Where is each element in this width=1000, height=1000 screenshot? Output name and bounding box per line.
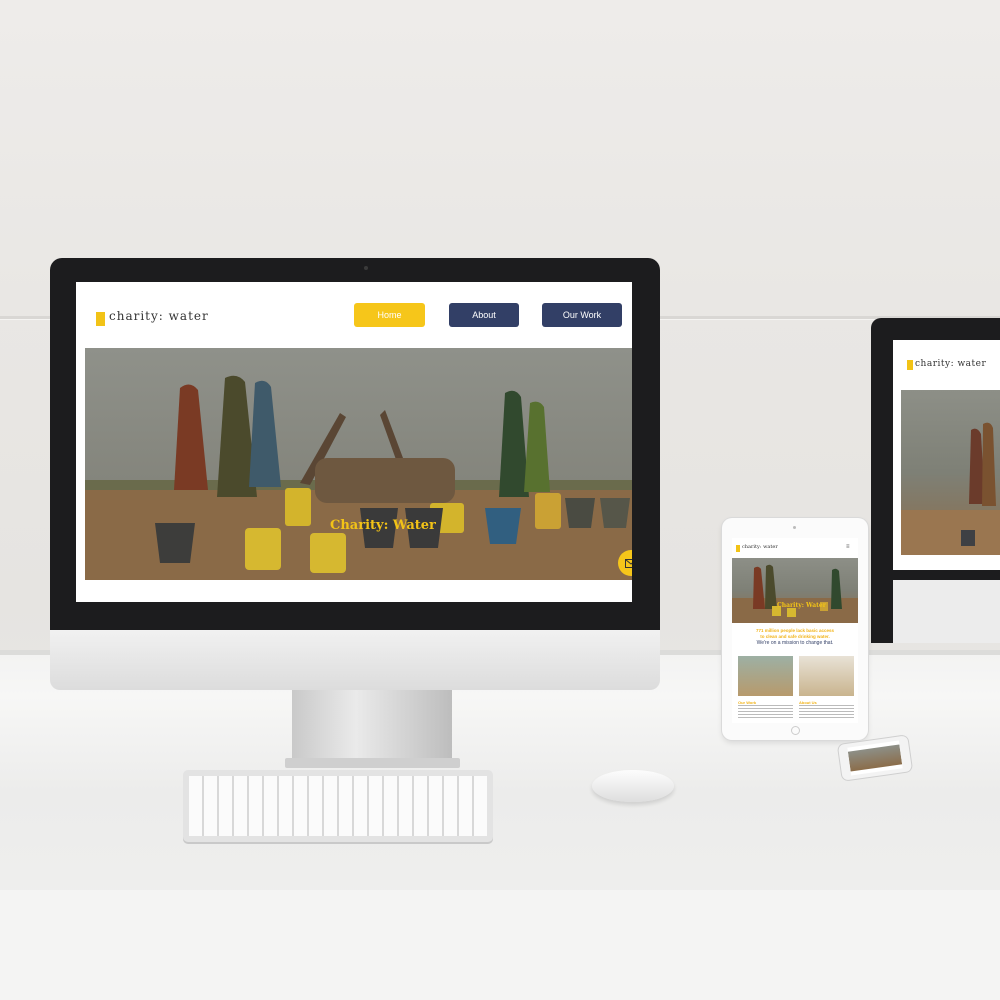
tablet-device: charity: water ≡ Charity: Water 771 mill… [722, 518, 868, 740]
tablet-camera-icon [793, 526, 796, 529]
tablet-card-text [799, 705, 854, 719]
tablet-stat-line2: to clean and safe drinking water. [760, 633, 830, 639]
imac-screen: charity: water Home About Our Work Chari… [76, 282, 632, 602]
imac-chin [50, 630, 660, 690]
mouse[interactable] [592, 770, 674, 802]
tablet-screen: charity: water ≡ Charity: Water 771 mill… [732, 538, 858, 723]
villagers-illustration [901, 422, 1000, 555]
tablet-mission-text: We're on a mission to change that. [756, 640, 834, 646]
nav-about-button[interactable]: About [449, 303, 519, 327]
camera-icon [364, 266, 368, 270]
phone-screen [847, 740, 903, 776]
logo-mark-icon [96, 312, 105, 326]
hero-title: Charity: Water [330, 518, 436, 533]
secondary-monitor-screen: charity: water [893, 340, 1000, 570]
imac-stand [292, 690, 452, 765]
secondary-monitor-chin [893, 580, 1000, 643]
tablet-home-button[interactable] [791, 726, 800, 735]
screen-footer-strip [76, 590, 632, 602]
site-logo[interactable]: charity: water [109, 309, 209, 323]
tablet-stat-text: 771 million people lack basic access to … [732, 628, 858, 639]
tablet-card-text [738, 705, 793, 719]
site-header: charity: water Home About Our Work [76, 282, 632, 348]
secondary-hero-image [901, 390, 1000, 555]
desk-front [0, 890, 1000, 1000]
tablet-hero-photo [732, 564, 858, 623]
hamburger-icon[interactable]: ≡ [846, 544, 850, 550]
tablet-hero-image [732, 558, 858, 623]
hero-banner: Charity: Water [85, 348, 632, 580]
logo-mark-icon [907, 360, 913, 370]
hero-photo [85, 348, 632, 580]
tablet-hero-title: Charity: Water [777, 602, 826, 609]
keyboard[interactable] [183, 770, 493, 842]
tablet-card-our-work[interactable] [738, 656, 793, 696]
nav-our-work-button[interactable]: Our Work [542, 303, 622, 327]
phone-hero-image [847, 744, 903, 772]
imac-stand-foot [285, 758, 460, 768]
tablet-card-about-us[interactable] [799, 656, 854, 696]
secondary-logo-text[interactable]: charity: water [915, 359, 986, 369]
nav-home-button[interactable]: Home [354, 303, 425, 327]
mail-icon [625, 558, 632, 568]
keyboard-keys[interactable] [189, 776, 487, 836]
logo-mark-icon [736, 545, 740, 552]
tablet-logo[interactable]: charity: water [742, 544, 778, 550]
